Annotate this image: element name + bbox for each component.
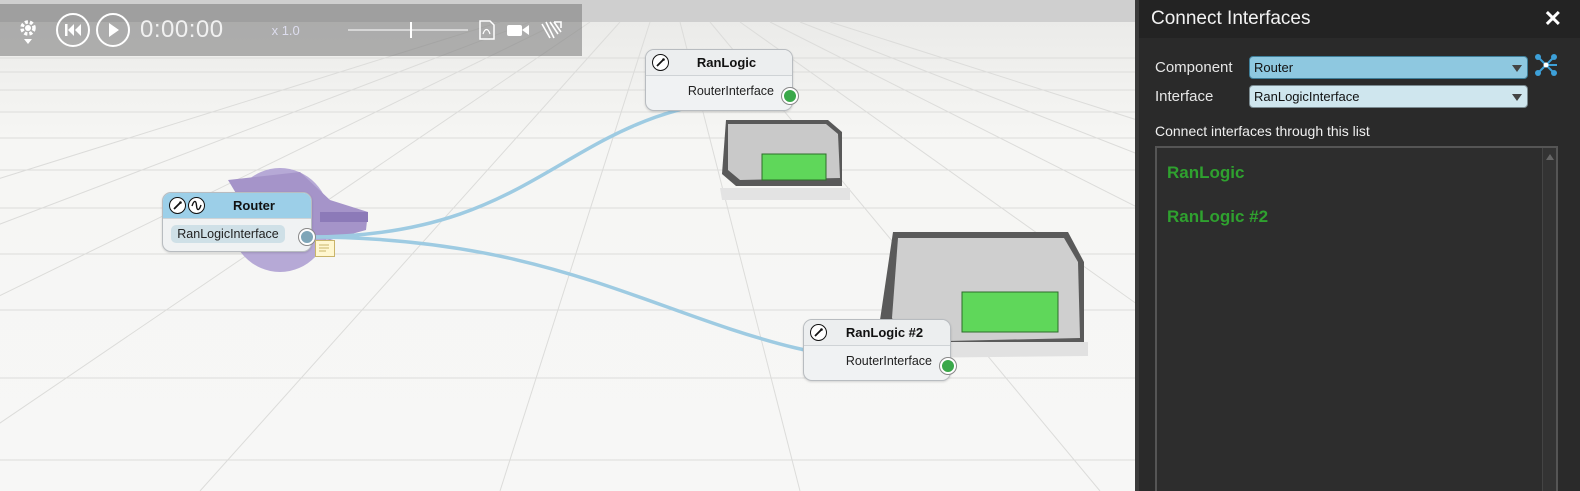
- speedometer-icon: [810, 324, 827, 341]
- speed-display[interactable]: x 1.0: [272, 23, 300, 38]
- connection-ranlogic: [307, 94, 791, 239]
- note-icon[interactable]: [315, 240, 335, 257]
- list-item-ranlogic-2[interactable]: RanLogic #2: [1157, 195, 1556, 239]
- gear-icon[interactable]: [14, 17, 42, 44]
- speedometer-icon: [652, 54, 669, 71]
- ranlogic-2-node-header[interactable]: RanLogic #2: [804, 320, 950, 346]
- scroll-up-icon[interactable]: [1546, 154, 1554, 160]
- ranlogic-port-connector[interactable]: [782, 88, 798, 104]
- ranlogic-node-title: RanLogic: [696, 55, 757, 70]
- ranlogic-node-header[interactable]: RanLogic: [646, 50, 792, 76]
- timeline-slider[interactable]: [347, 20, 468, 40]
- pdf-icon[interactable]: [478, 20, 496, 40]
- panel-title: Connect Interfaces: [1151, 8, 1311, 29]
- ranlogic-2-node-title: RanLogic #2: [845, 325, 924, 340]
- panel-header: Connect Interfaces ✕: [1139, 0, 1580, 38]
- component-row: Component Router: [1155, 52, 1559, 83]
- interface-select[interactable]: RanLogicInterface: [1249, 85, 1528, 108]
- panel-content: Component Router Interface RanLogicInter…: [1139, 38, 1580, 491]
- list-caption: Connect interfaces through this list: [1155, 123, 1370, 139]
- ranlogic-port-label[interactable]: RouterInterface: [688, 84, 774, 98]
- component-label: Component: [1155, 59, 1233, 76]
- speedometer-icon: [169, 197, 186, 214]
- ranlogic-2-port-connector[interactable]: [940, 358, 956, 374]
- list-scrollbar[interactable]: [1542, 148, 1556, 491]
- play-icon: [109, 23, 119, 37]
- connect-interfaces-panel: Connect Interfaces ✕ Component Router In…: [1135, 0, 1580, 491]
- ranlogic-2-node[interactable]: RanLogic #2 RouterInterface: [803, 319, 951, 381]
- network-connect-icon[interactable]: [1533, 52, 1559, 83]
- play-button[interactable]: [96, 13, 130, 47]
- ranlogic-2-port-label[interactable]: RouterInterface: [846, 354, 932, 368]
- interface-select-value: RanLogicInterface: [1254, 89, 1360, 104]
- router-node-title: Router: [233, 198, 275, 213]
- time-display: 0:00:00: [140, 16, 224, 43]
- router-port-connector[interactable]: [299, 229, 315, 245]
- 3d-viewport[interactable]: Router RanLogicInterface RanLogic Router…: [0, 0, 1135, 491]
- close-icon[interactable]: ✕: [1544, 8, 1562, 30]
- interface-list[interactable]: RanLogic RanLogic #2: [1155, 146, 1558, 491]
- playback-toolbar: 0:00:00 x 1.0: [0, 4, 582, 56]
- chevron-down-icon: [1512, 65, 1522, 72]
- router-node-header[interactable]: Router: [163, 193, 311, 219]
- component-select[interactable]: Router: [1249, 56, 1528, 79]
- router-node[interactable]: Router RanLogicInterface: [162, 192, 312, 252]
- ranlogic-device-model[interactable]: [720, 120, 850, 200]
- sine-wave-icon: [188, 197, 205, 214]
- skip-to-start-icon: [65, 24, 81, 36]
- ranlogic-node[interactable]: RanLogic RouterInterface: [645, 49, 793, 111]
- router-port-label[interactable]: RanLogicInterface: [171, 225, 285, 243]
- interface-label: Interface: [1155, 88, 1214, 105]
- interface-row: Interface RanLogicInterface: [1155, 85, 1528, 108]
- skip-to-start-button[interactable]: [56, 13, 90, 47]
- export-icon[interactable]: [540, 20, 562, 40]
- list-item-ranlogic[interactable]: RanLogic: [1157, 151, 1556, 195]
- component-select-value: Router: [1254, 60, 1294, 75]
- chevron-down-icon: [1512, 94, 1522, 101]
- video-camera-icon[interactable]: [506, 22, 530, 38]
